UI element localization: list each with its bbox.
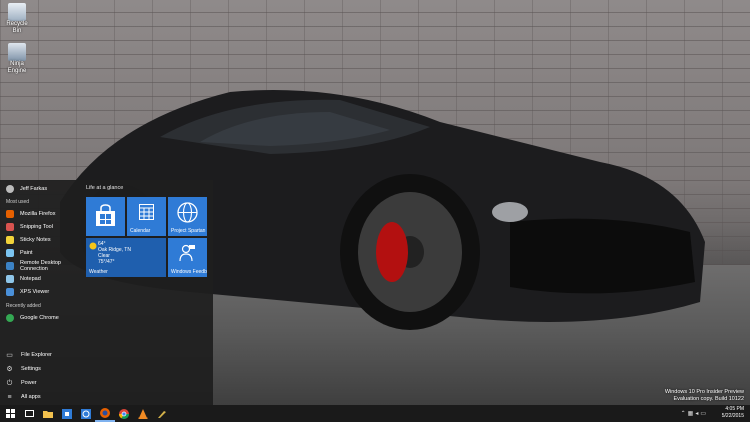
system-tray-icons[interactable]: ⌃▦◂▭ — [681, 410, 708, 417]
project-spartan-tile[interactable]: Project Spartan — [168, 197, 207, 236]
clock-date: 5/22/2015 — [721, 412, 744, 419]
firefox-icon — [100, 407, 110, 418]
build-watermark: Windows 10 Pro Insider Preview Evaluatio… — [665, 389, 744, 403]
windows-logo-icon — [5, 409, 15, 418]
taskbar: ⌃▦◂▭ 4:05 PM 5/22/2015 — [0, 405, 750, 422]
link-label: Settings — [21, 366, 41, 372]
tile-label: Weather — [89, 269, 108, 275]
recycle-bin-desktop-icon[interactable]: Recycle Bin — [4, 3, 30, 35]
gear-icon: ⚙ — [6, 365, 13, 373]
folder-icon: ▭ — [6, 351, 13, 359]
app-notepad[interactable]: Notepad — [0, 272, 84, 285]
task-view-button[interactable] — [19, 405, 39, 422]
paint-brush-icon — [158, 410, 166, 418]
app-xps-viewer[interactable]: XPS Viewer — [0, 285, 84, 298]
chrome-icon — [119, 408, 129, 419]
calendar-icon — [139, 204, 154, 220]
weather-tile[interactable]: 64° Oak Ridge, TN Clear 75°/47° Weather — [86, 238, 166, 277]
most-used-list: Mozilla Firefox Snipping Tool Sticky Not… — [0, 207, 84, 298]
taskbar-paint[interactable] — [152, 405, 172, 422]
globe-icon — [177, 202, 198, 223]
taskbar-file-explorer[interactable] — [38, 405, 58, 422]
settings-link[interactable]: ⚙ Settings — [0, 362, 84, 376]
all-apps-link[interactable]: ≡ All apps — [0, 390, 84, 404]
start-bottom-links: ▭ File Explorer ⚙ Settings ⏻ Power ≡ All app… — [0, 348, 84, 404]
snipping-tool-icon — [6, 222, 14, 231]
app-google-chrome[interactable]: Google Chrome — [0, 311, 84, 324]
desktop-icon-label: Recycle Bin — [6, 21, 28, 34]
feedback-person-icon — [179, 244, 195, 262]
tile-label: Calendar — [130, 228, 151, 234]
app-label: Google Chrome — [20, 314, 59, 321]
user-account[interactable]: Jeff Farkas — [0, 180, 84, 198]
start-menu: Jeff Farkas Most used Mozilla Firefox Sn… — [0, 180, 213, 405]
app-label: XPS Viewer — [20, 288, 50, 295]
start-menu-left-column: Jeff Farkas Most used Mozilla Firefox Sn… — [0, 180, 84, 405]
app-sticky-notes[interactable]: Sticky Notes — [0, 233, 84, 246]
file-explorer-link[interactable]: ▭ File Explorer — [0, 348, 84, 362]
taskbar-firefox[interactable] — [95, 405, 115, 422]
taskbar-chrome[interactable] — [114, 405, 134, 422]
weather-details: 64° Oak Ridge, TN Clear 75°/47° — [98, 241, 131, 265]
calendar-tile[interactable]: Calendar — [127, 197, 166, 236]
app-label: Notepad — [20, 275, 41, 282]
recycle-bin-icon — [8, 3, 26, 21]
sticky-notes-icon — [6, 235, 14, 244]
ninja-engine-desktop-icon[interactable]: Ninja Engine — [4, 43, 30, 75]
clock[interactable]: 4:05 PM 5/22/2015 — [722, 406, 744, 419]
vlc-cone-icon — [138, 408, 148, 419]
link-label: All apps — [21, 394, 41, 400]
xps-viewer-icon — [6, 287, 14, 296]
taskbar-vlc[interactable] — [133, 405, 153, 422]
app-paint[interactable]: Paint — [0, 246, 84, 259]
paint-icon — [6, 248, 14, 257]
tile-label: Windows Feedb — [171, 269, 207, 275]
taskbar-store[interactable] — [57, 405, 77, 422]
app-firefox[interactable]: Mozilla Firefox — [0, 207, 84, 220]
app-snipping-tool[interactable]: Snipping Tool — [0, 220, 84, 233]
ninja-engine-icon — [8, 43, 26, 61]
firefox-icon — [6, 209, 14, 218]
store-tile[interactable] — [86, 197, 125, 236]
tile-label: Project Spartan — [171, 228, 206, 234]
keyboard-icon[interactable]: ▭ — [700, 411, 708, 417]
most-used-header: Most used — [6, 199, 30, 205]
sun-icon — [89, 242, 97, 250]
store-icon — [62, 408, 72, 419]
list-icon: ≡ — [7, 393, 12, 401]
tiles-group-title: Life at a glance — [86, 185, 124, 191]
link-label: Power — [21, 380, 37, 386]
app-remote-desktop[interactable]: Remote Desktop Connection — [0, 259, 84, 272]
app-label: Remote Desktop Connection — [20, 259, 61, 272]
windows-feedback-tile[interactable]: Windows Feedb — [168, 238, 207, 277]
remote-desktop-icon — [6, 261, 14, 270]
watermark-line: Evaluation copy. Build 10122 — [673, 396, 744, 402]
taskbar-spartan[interactable] — [76, 405, 96, 422]
recently-added-header: Recently added — [6, 303, 41, 309]
notepad-icon — [6, 274, 14, 283]
app-label: Paint — [20, 249, 33, 256]
folder-icon — [43, 410, 53, 418]
store-bag-icon — [96, 204, 115, 226]
app-label: Mozilla Firefox — [20, 210, 56, 217]
start-button[interactable] — [0, 405, 20, 422]
link-label: File Explorer — [21, 352, 52, 358]
task-view-icon — [24, 410, 34, 417]
power-icon: ⏻ — [6, 379, 13, 387]
power-button[interactable]: ⏻ Power — [0, 376, 84, 390]
user-avatar-icon — [6, 185, 14, 193]
desktop-icon-label: Ninja Engine — [7, 61, 27, 74]
weather-range: 75°/47° — [98, 259, 115, 265]
chrome-icon — [6, 313, 14, 322]
watermark-line: Windows 10 Pro Insider Preview — [664, 389, 744, 395]
app-label: Sticky Notes — [20, 236, 51, 243]
app-label: Snipping Tool — [20, 223, 53, 230]
spartan-browser-icon — [81, 408, 91, 419]
clock-time: 4:05 PM — [725, 406, 744, 412]
user-name: Jeff Farkas — [20, 186, 48, 192]
notification-icon[interactable]: ⌃ — [681, 411, 688, 417]
